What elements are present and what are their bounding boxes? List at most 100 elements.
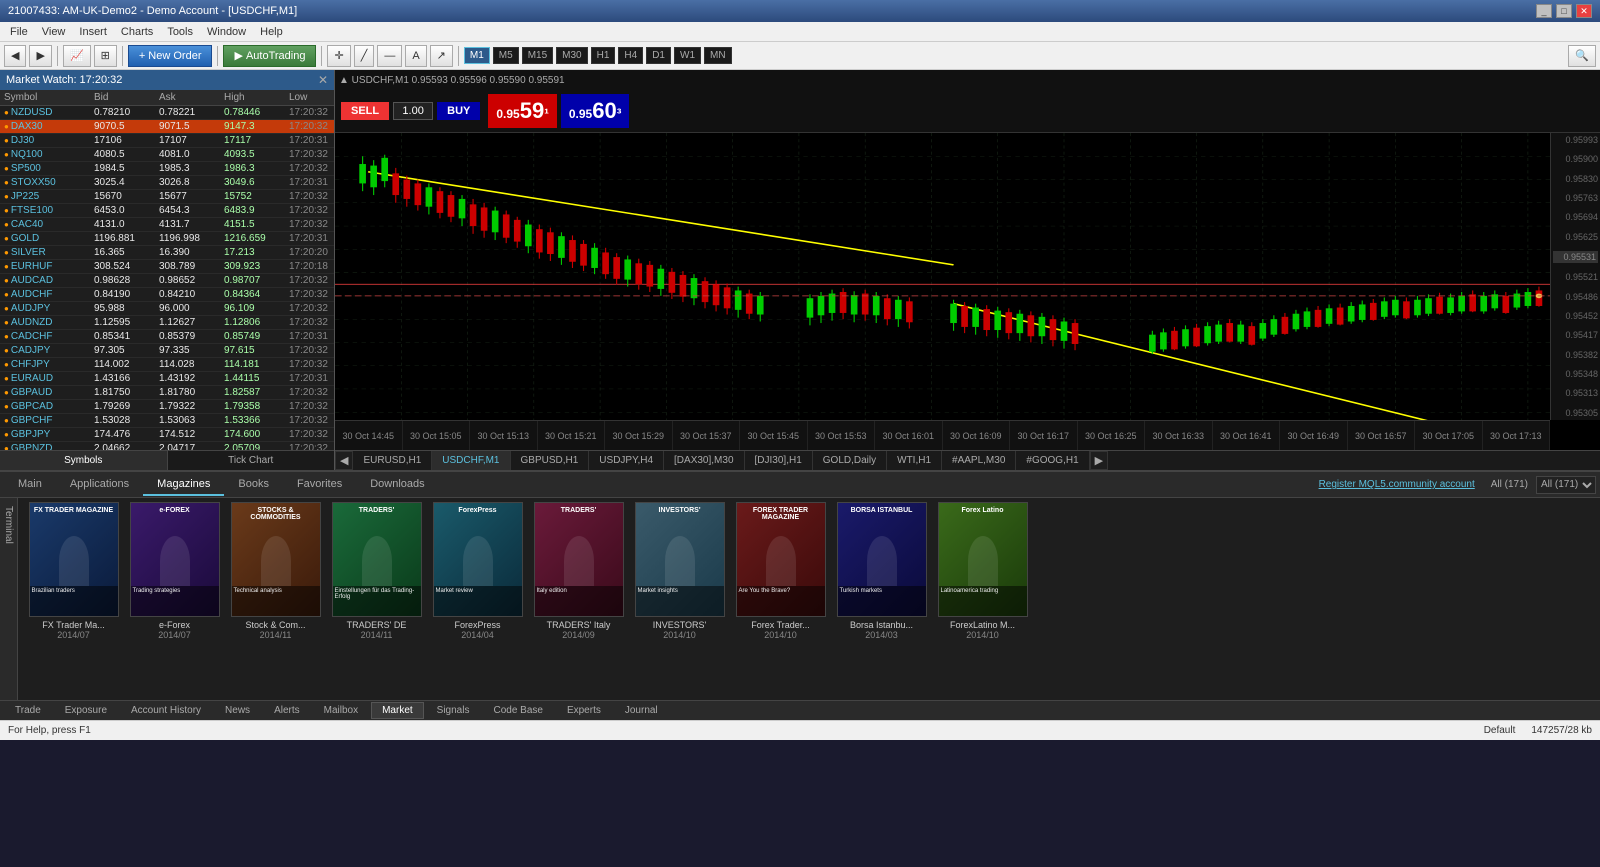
buy-button[interactable]: BUY [437,102,480,120]
status-tab-experts[interactable]: Experts [556,702,612,719]
tile-button[interactable]: ⊞ [94,45,117,67]
market-watch-row[interactable]: ● DAX309070.59071.59147.317:20:32 [0,120,334,134]
market-watch-row[interactable]: ● AUDCHF0.841900.842100.8436417:20:32 [0,288,334,302]
market-watch-row[interactable]: ● EURAUD1.431661.431921.4411517:20:31 [0,372,334,386]
market-watch-row[interactable]: ● CADJPY97.30597.33597.61517:20:32 [0,344,334,358]
status-tab-exposure[interactable]: Exposure [54,702,118,719]
line-button[interactable]: ╱ [354,45,375,67]
chart-tab-dax30-m30[interactable]: [DAX30],M30 [664,451,744,470]
forward-button[interactable]: ▶ [29,45,51,67]
tf-d1-button[interactable]: D1 [646,47,671,64]
chart-tab-usdjpy-h4[interactable]: USDJPY,H4 [589,451,664,470]
market-watch-row[interactable]: ● DJ3017106171071711717:20:31 [0,134,334,148]
new-order-button[interactable]: + New Order [128,45,213,67]
chart-tab-wti-h1[interactable]: WTI,H1 [887,451,942,470]
bottom-tab-favorites[interactable]: Favorites [283,474,356,496]
bottom-tab-main[interactable]: Main [4,474,56,496]
magazine-item[interactable]: Forex LatinoLatinoamerica tradingForexLa… [935,502,1030,696]
magazine-item[interactable]: TRADERS'Italy editionTRADERS' Italy2014/… [531,502,626,696]
tf-m30-button[interactable]: M30 [556,47,587,64]
chart-canvas[interactable] [335,133,1550,420]
market-watch-row[interactable]: ● NQ1004080.54081.04093.517:20:32 [0,148,334,162]
tf-h4-button[interactable]: H4 [618,47,643,64]
market-watch-row[interactable]: ● AUDJPY95.98896.00096.10917:20:32 [0,302,334,316]
back-button[interactable]: ◀ [4,45,26,67]
market-watch-row[interactable]: ● SILVER16.36516.39017.21317:20:20 [0,246,334,260]
market-watch-row[interactable]: ● CADCHF0.853410.853790.8574917:20:31 [0,330,334,344]
menubar-item-window[interactable]: Window [201,24,252,40]
status-tab-trade[interactable]: Trade [4,702,52,719]
status-tab-market[interactable]: Market [371,702,424,719]
market-watch-row[interactable]: ● GBPJPY174.476174.512174.60017:20:32 [0,428,334,442]
market-watch-row[interactable]: ● FTSE1006453.06454.36483.917:20:32 [0,204,334,218]
chart-tab-eurusd-h1[interactable]: EURUSD,H1 [353,451,432,470]
search-button[interactable]: 🔍 [1568,45,1596,67]
bottom-tab-magazines[interactable]: Magazines [143,474,224,496]
new-chart-button[interactable]: 📈 [63,45,91,67]
tf-mn-button[interactable]: MN [704,47,732,64]
magazine-item[interactable]: ForexPressMarket reviewForexPress2014/04 [430,502,525,696]
arrow-button[interactable]: ↗ [430,45,453,67]
status-tab-mailbox[interactable]: Mailbox [313,702,369,719]
menubar-item-view[interactable]: View [36,24,72,40]
magazine-item[interactable]: STOCKS & COMMODITIESTechnical analysisSt… [228,502,323,696]
magazine-item[interactable]: TRADERS'Einstellungen für das Trading-Er… [329,502,424,696]
tf-m5-button[interactable]: M5 [493,47,519,64]
bottom-tab-applications[interactable]: Applications [56,474,143,496]
magazine-item[interactable]: FOREX TRADER MAGAZINEAre You the Brave?F… [733,502,828,696]
market-watch-row[interactable]: ● STOXX503025.43026.83049.617:20:31 [0,176,334,190]
market-watch-row[interactable]: ● CAC404131.04131.74151.517:20:32 [0,218,334,232]
menubar-item-tools[interactable]: Tools [161,24,199,40]
market-watch-row[interactable]: ● EURHUF308.524308.789309.92317:20:18 [0,260,334,274]
autotrading-button[interactable]: ▶ AutoTrading [223,45,316,67]
magazine-item[interactable]: e-FOREXTrading strategiese-Forex2014/07 [127,502,222,696]
tf-h1-button[interactable]: H1 [591,47,616,64]
tick-chart-tab[interactable]: Tick Chart [168,451,335,470]
hline-button[interactable]: — [377,45,402,67]
menubar-item-insert[interactable]: Insert [73,24,113,40]
close-button[interactable]: ✕ [1576,4,1592,18]
menubar-item-file[interactable]: File [4,24,34,40]
text-button[interactable]: A [405,45,426,67]
menubar-item-help[interactable]: Help [254,24,289,40]
market-watch-row[interactable]: ● GBPCHF1.530281.530631.5336617:20:32 [0,414,334,428]
magazine-item[interactable]: INVESTORS'Market insightsINVESTORS'2014/… [632,502,727,696]
market-watch-row[interactable]: ● SP5001984.51985.31986.317:20:32 [0,162,334,176]
bottom-tab-books[interactable]: Books [224,474,283,496]
chart-tab-dji30-h1[interactable]: [DJI30],H1 [745,451,813,470]
status-tab-account-history[interactable]: Account History [120,702,212,719]
filter-dropdown[interactable]: All (171) [1536,476,1596,494]
minimize-button[interactable]: _ [1536,4,1552,18]
chart-tab-gold-daily[interactable]: GOLD,Daily [813,451,887,470]
market-watch-row[interactable]: ● GBPCAD1.792691.793221.7935817:20:32 [0,400,334,414]
status-tab-codebase[interactable]: Code Base [482,702,553,719]
crosshair-button[interactable]: ✛ [327,45,350,67]
market-watch-row[interactable]: ● GBPNZD2.046622.047172.0570917:20:32 [0,442,334,450]
chart-tabs-left-scroll[interactable]: ◀ [335,451,353,470]
maximize-button[interactable]: □ [1556,4,1572,18]
terminal-side-label[interactable]: Terminal [0,498,18,700]
chart-tab-aapl-m30[interactable]: #AAPL,M30 [942,451,1016,470]
chart-tab-gbpusd-h1[interactable]: GBPUSD,H1 [511,451,590,470]
tf-m1-button[interactable]: M1 [464,47,490,64]
market-watch-row[interactable]: ● GOLD1196.8811196.9981216.65917:20:31 [0,232,334,246]
market-watch-row[interactable]: ● AUDCAD0.986280.986520.9870717:20:32 [0,274,334,288]
market-watch-row[interactable]: ● CHFJPY114.002114.028114.18117:20:32 [0,358,334,372]
market-watch-row[interactable]: ● JP22515670156771575217:20:32 [0,190,334,204]
status-tab-news[interactable]: News [214,702,261,719]
magazine-item[interactable]: BORSA ISTANBULTurkish marketsBorsa Istan… [834,502,929,696]
market-watch-close[interactable]: ✕ [318,73,328,87]
quantity-input[interactable] [393,102,433,120]
status-tab-journal[interactable]: Journal [614,702,669,719]
market-watch-row[interactable]: ● NZDUSD0.782100.782210.7844617:20:32 [0,106,334,120]
market-watch-row[interactable]: ● AUDNZD1.125951.126271.1280617:20:32 [0,316,334,330]
register-mql5-link[interactable]: Register MQL5.community account [1311,479,1483,490]
symbols-tab[interactable]: Symbols [0,451,168,470]
chart-tab-goog-h1[interactable]: #GOOG,H1 [1016,451,1089,470]
status-tab-alerts[interactable]: Alerts [263,702,311,719]
tf-w1-button[interactable]: W1 [674,47,701,64]
magazine-item[interactable]: FX TRADER MAGAZINEBrazilian tradersFX Tr… [26,502,121,696]
status-tab-signals[interactable]: Signals [426,702,481,719]
chart-tabs-right-scroll[interactable]: ▶ [1090,451,1108,470]
menubar-item-charts[interactable]: Charts [115,24,159,40]
